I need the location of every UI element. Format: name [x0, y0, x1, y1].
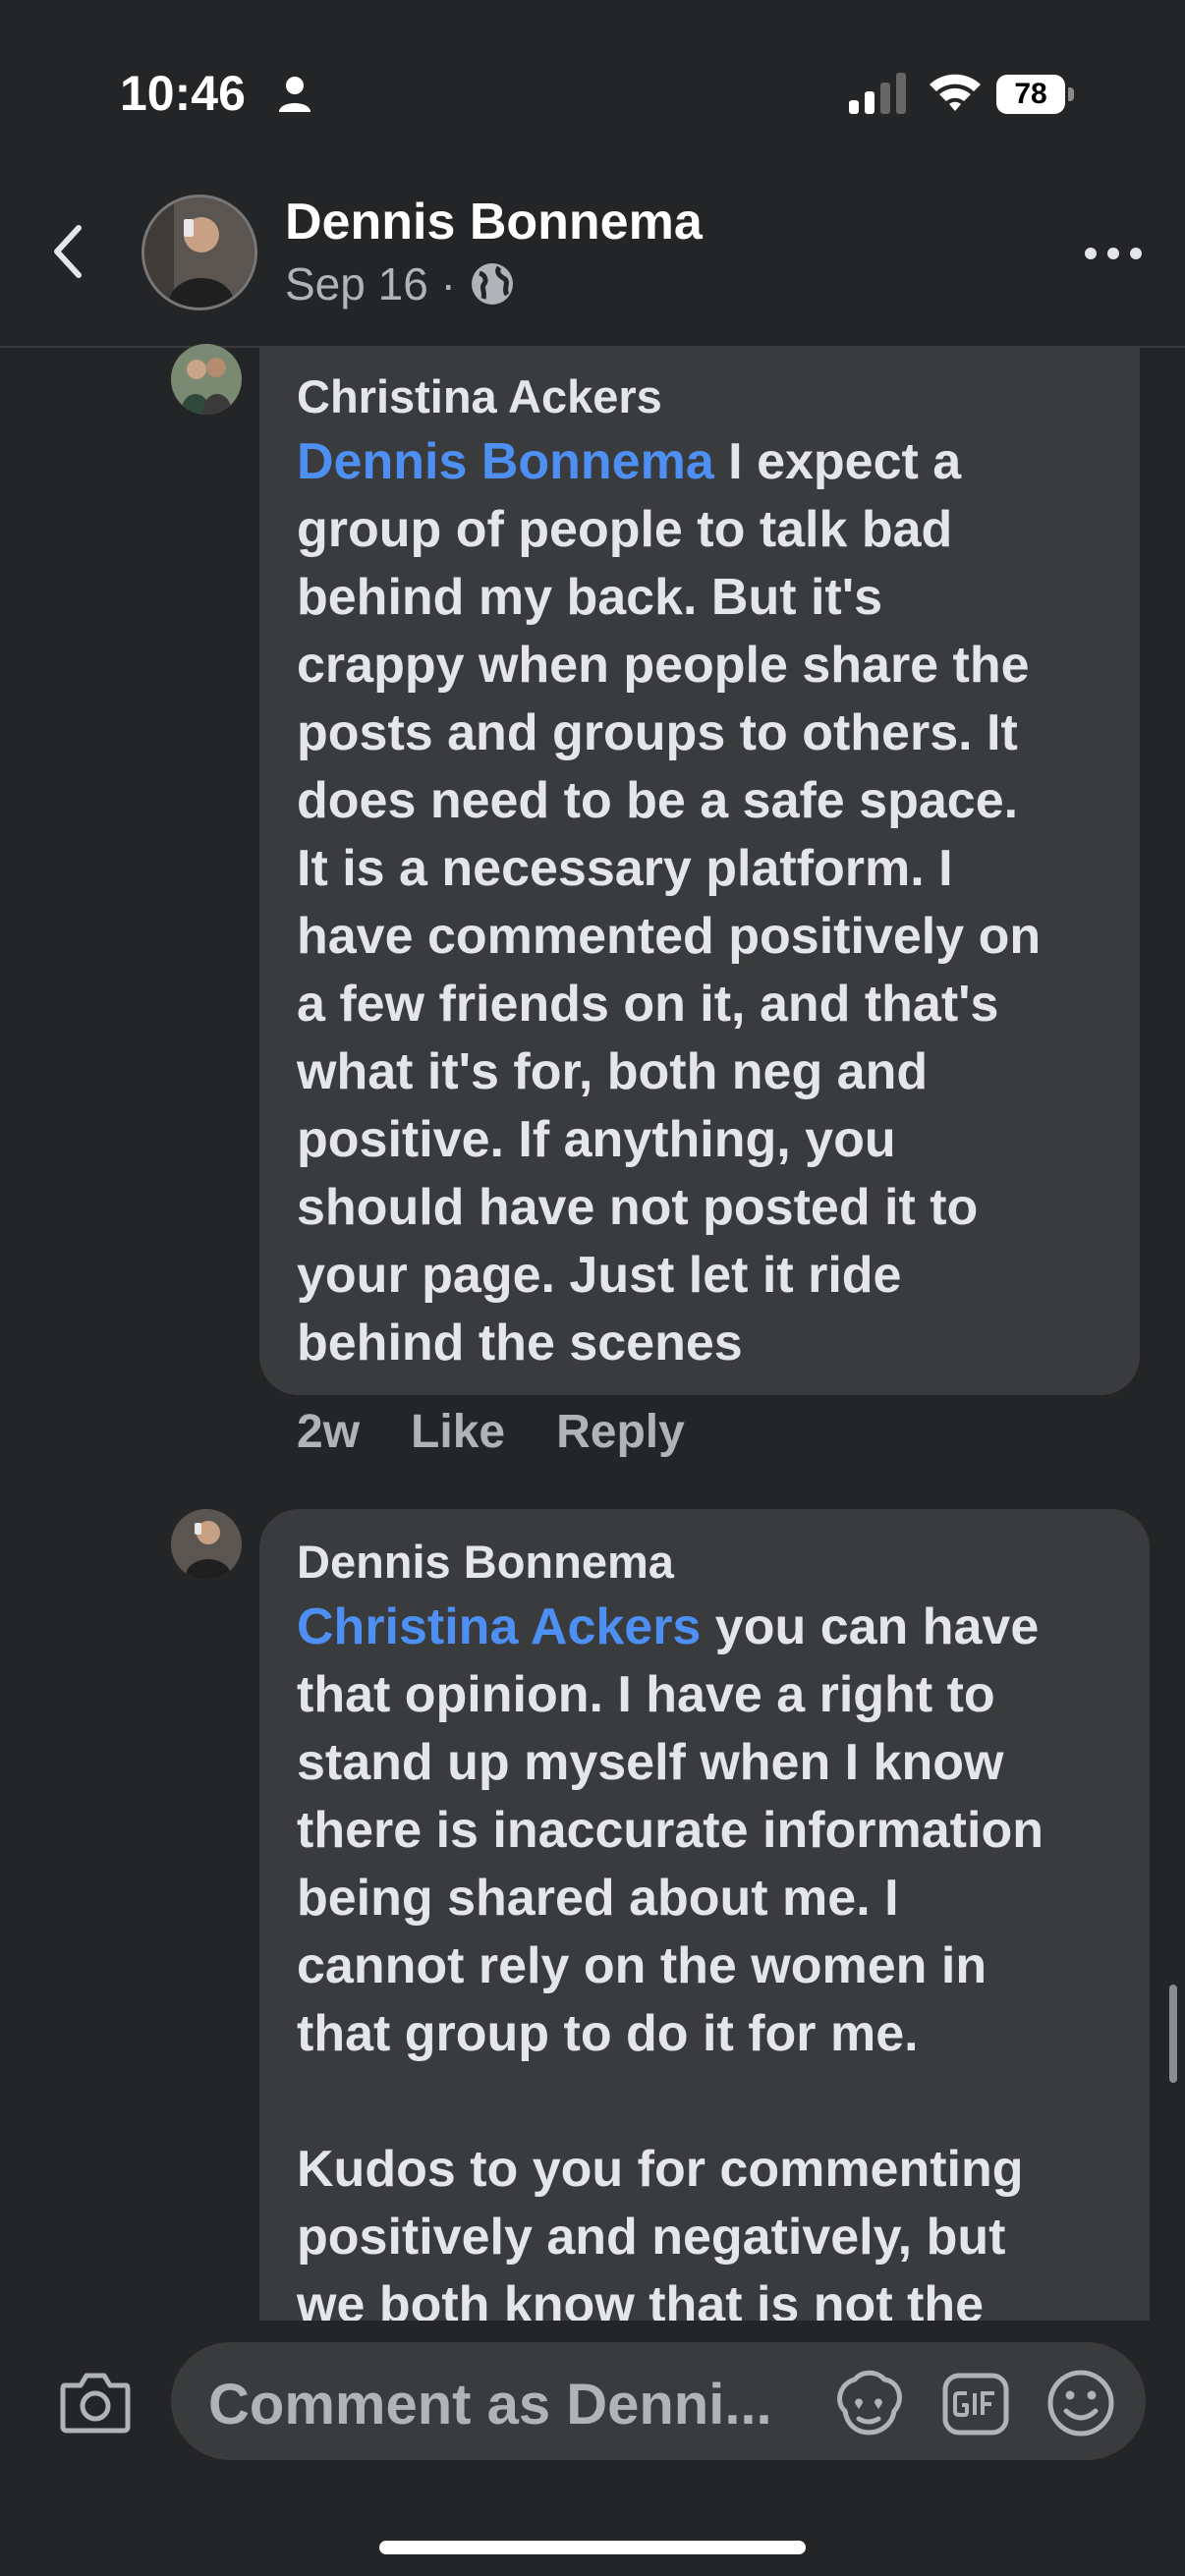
- comment-body: you can have that opinion. I have a righ…: [297, 1598, 1044, 2333]
- comment-actions: 2w Like Reply: [297, 1405, 685, 1459]
- comment-time: 2w: [297, 1406, 361, 1458]
- battery-indicator: 78: [996, 75, 1075, 116]
- comment-mention[interactable]: Christina Ackers: [297, 1598, 701, 1655]
- comment-input-placeholder[interactable]: Comment as Denni...: [208, 2372, 772, 2437]
- wifi-icon: [930, 74, 981, 111]
- post-date: Sep 16 ·: [285, 258, 456, 309]
- chevron-left-icon[interactable]: [47, 222, 86, 281]
- comment-text: Christina Ackers you can have that opini…: [297, 1594, 1142, 2339]
- comment-author[interactable]: Christina Ackers: [297, 369, 662, 423]
- comment-author[interactable]: Dennis Bonnema: [297, 1535, 674, 1589]
- comment-body: I expect a group of people to talk bad b…: [297, 433, 1042, 1372]
- avatar-sticker-icon[interactable]: [833, 2370, 904, 2436]
- signal-icon: [849, 73, 906, 114]
- globe-icon: [471, 263, 513, 305]
- post-meta: Sep 16 ·: [285, 257, 515, 310]
- reply-button[interactable]: Reply: [556, 1405, 685, 1459]
- person-icon: [279, 77, 310, 112]
- scrollbar-thumb[interactable]: [1169, 1985, 1177, 2083]
- avatar-photo: [144, 197, 254, 308]
- battery-level: 78: [996, 75, 1065, 114]
- avatar-photo: [171, 344, 242, 415]
- comment-mention[interactable]: Dennis Bonnema: [297, 433, 714, 490]
- status-time: 10:46: [120, 66, 246, 121]
- home-indicator[interactable]: [379, 2541, 806, 2554]
- comment-avatar[interactable]: [171, 344, 242, 415]
- emoji-icon[interactable]: [1045, 2368, 1116, 2438]
- avatar-photo: [171, 1509, 242, 1580]
- comment-avatar[interactable]: [171, 1509, 242, 1580]
- camera-icon[interactable]: [59, 2370, 132, 2435]
- comment-text: Dennis Bonnema I expect a group of peopl…: [297, 428, 1122, 1377]
- gif-icon[interactable]: [941, 2372, 1010, 2436]
- header-avatar[interactable]: [141, 195, 257, 310]
- more-icon[interactable]: [1083, 240, 1144, 267]
- like-button[interactable]: Like: [411, 1405, 505, 1459]
- header-name[interactable]: Dennis Bonnema: [285, 193, 703, 252]
- battery-tip: [1068, 87, 1074, 101]
